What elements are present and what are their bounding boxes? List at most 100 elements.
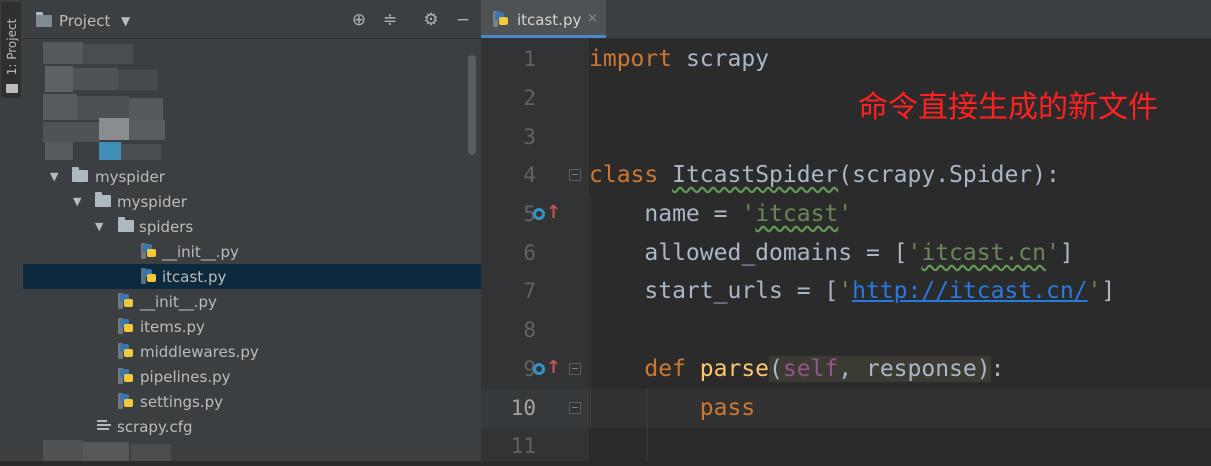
code-line-9[interactable]: def parse(self, response):	[589, 350, 1004, 389]
string-quote: '	[907, 240, 922, 266]
code-line-6[interactable]: allowed_domains = ['itcast.cn']	[589, 234, 1074, 273]
line-number: 2	[523, 86, 536, 110]
code-line-4[interactable]: class ItcastSpider(scrapy.Spider):	[589, 156, 1060, 195]
string-quote: '	[1087, 278, 1102, 304]
code-line-1[interactable]: import scrapy	[589, 40, 769, 79]
tree-item-pipelines[interactable]: pipelines.py	[23, 364, 481, 389]
line-number: 7	[523, 279, 536, 303]
tree-item-middlewares[interactable]: middlewares.py	[23, 339, 481, 364]
code-text: )	[976, 356, 991, 382]
python-file-icon	[118, 293, 134, 309]
editor-tab-bar: itcast.py ×	[481, 0, 1211, 39]
overrides-method-icon[interactable]: ↑	[533, 358, 561, 378]
project-panel-header: Project ▼ ⊕ ≑ ⚙ −	[23, 0, 481, 39]
line-number: 8	[523, 318, 536, 342]
python-file-icon	[118, 393, 134, 409]
tree-item-scrapy-cfg[interactable]: scrapy.cfg	[23, 414, 481, 439]
locate-target-icon[interactable]: ⊕	[349, 10, 369, 30]
tree-item-label: settings.py	[140, 393, 223, 411]
keyword: import	[589, 46, 673, 72]
overrides-method-icon[interactable]: ↑	[533, 203, 561, 223]
expand-arrow-icon[interactable]: ▼	[95, 220, 103, 233]
tree-item-label: spiders	[139, 218, 194, 236]
line-number: 5	[523, 202, 536, 226]
keyword: class	[589, 162, 659, 188]
folder-icon	[118, 217, 134, 232]
fold-collapse-icon[interactable]	[569, 363, 581, 375]
gear-icon[interactable]: ⚙	[421, 10, 441, 30]
code-line-5[interactable]: name = 'itcast'	[589, 195, 852, 234]
line-number-current: 10	[510, 396, 536, 420]
url-link[interactable]: http://itcast.cn/	[852, 278, 1087, 304]
tree-item-label: myspider	[95, 168, 165, 186]
tree-item-label: __init__.py	[162, 243, 239, 261]
code-text: allowed_domains = [	[589, 240, 908, 266]
tree-item-label: __init__.py	[140, 293, 217, 311]
string-quote: '	[1045, 240, 1060, 266]
tree-item-label: itcast.py	[162, 268, 227, 286]
tree-item-label: scrapy.cfg	[117, 418, 193, 436]
python-file-icon	[118, 368, 134, 384]
keyword: def	[644, 356, 686, 382]
project-tool-tab[interactable]: 1: Project	[1, 2, 21, 98]
folder-icon	[72, 167, 88, 182]
tree-item-myspider-root[interactable]: ▼ myspider	[23, 164, 481, 189]
project-scrollbar[interactable]	[468, 55, 476, 155]
chevron-down-icon[interactable]: ▼	[121, 14, 130, 28]
line-number: 6	[523, 241, 536, 265]
tree-item-label: items.py	[140, 318, 205, 336]
tab-itcast-py[interactable]: itcast.py ×	[481, 0, 606, 38]
python-file-icon	[118, 318, 134, 334]
tree-item-itcast-selected[interactable]: itcast.py	[23, 264, 481, 289]
highlighted-params: (self, response)	[769, 356, 991, 382]
code-text: name =	[589, 201, 742, 227]
code-text: :	[990, 356, 1005, 382]
self-param: self	[782, 356, 839, 382]
tree-item-spiders-init[interactable]: __init__.py	[23, 239, 481, 264]
code-text: ]	[1101, 278, 1116, 304]
tree-item-spiders[interactable]: ▼ spiders	[23, 214, 481, 239]
tree-item-settings[interactable]: settings.py	[23, 389, 481, 414]
project-panel: Project ▼ ⊕ ≑ ⚙ − ▼ myspider ▼ myspider	[23, 0, 481, 461]
folder-icon	[95, 192, 111, 207]
tree-item-items[interactable]: items.py	[23, 314, 481, 339]
line-number: 4	[523, 163, 536, 187]
fold-collapse-icon[interactable]	[569, 169, 581, 181]
line-number: 9	[523, 357, 536, 381]
minimize-icon[interactable]: −	[453, 10, 473, 30]
string-quote: '	[838, 201, 853, 227]
line-number: 1	[523, 47, 536, 71]
project-view-selector[interactable]: Project	[59, 12, 110, 30]
expand-arrow-icon[interactable]: ▼	[50, 170, 58, 183]
fold-end-icon[interactable]	[569, 402, 581, 414]
folder-icon	[6, 84, 18, 93]
project-folder-icon	[36, 12, 52, 27]
class-name: ItcastSpider	[672, 162, 839, 188]
tree-item-myspider-package[interactable]: ▼ myspider	[23, 189, 481, 214]
function-name: parse	[685, 356, 770, 382]
python-file-icon	[141, 243, 157, 259]
string-quote: '	[741, 201, 756, 227]
python-file-icon	[141, 268, 157, 284]
line-number: 11	[510, 434, 536, 458]
python-file-icon	[118, 343, 134, 359]
code-line-10[interactable]: pass	[589, 389, 755, 428]
expand-arrow-icon[interactable]: ▼	[73, 195, 81, 208]
keyword: pass	[699, 395, 756, 421]
collapse-all-icon[interactable]: ≑	[380, 10, 400, 30]
tab-label: itcast.py	[517, 11, 582, 29]
code-text: (	[769, 356, 783, 382]
code-text: ]	[1059, 240, 1074, 266]
tree-item-label: myspider	[117, 193, 187, 211]
code-text: start_urls = [	[589, 278, 839, 304]
code-line-7[interactable]: start_urls = ['http://itcast.cn/']	[589, 272, 1115, 311]
string-literal: itcast	[755, 201, 839, 227]
tool-window-strip: 1: Project	[0, 0, 24, 461]
config-file-icon	[97, 420, 111, 432]
python-file-icon	[493, 11, 509, 27]
tree-item-init[interactable]: __init__.py	[23, 289, 481, 314]
close-icon[interactable]: ×	[587, 11, 598, 26]
